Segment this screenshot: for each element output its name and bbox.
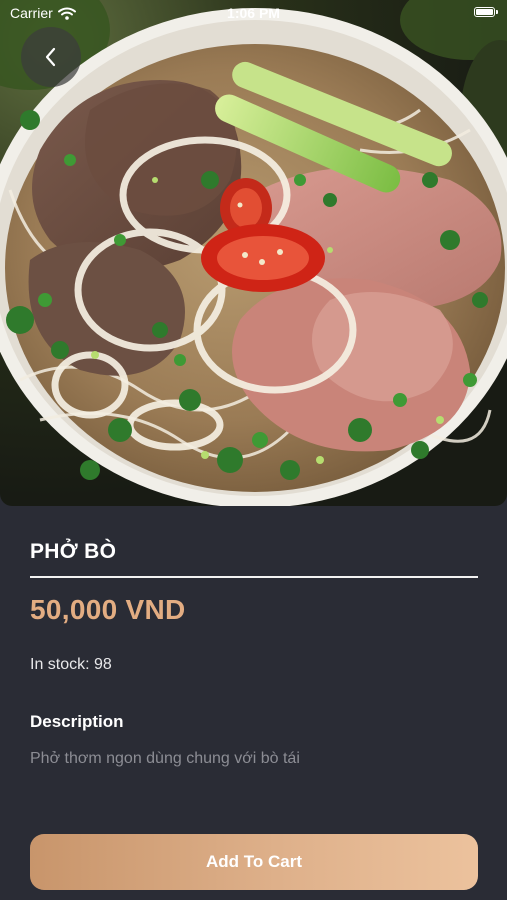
status-bar: Carrier 1:06 PM — [0, 0, 507, 28]
add-to-cart-button[interactable]: Add To Cart — [30, 834, 478, 890]
chevron-left-icon — [45, 47, 56, 67]
pho-bowl-illustration — [0, 0, 507, 506]
stock-count: 98 — [94, 656, 112, 673]
title-divider — [30, 576, 478, 578]
description-heading: Description — [30, 712, 124, 731]
description-text: Phở thơm ngon dùng chung với bò tái — [30, 750, 300, 767]
product-price: 50,000 VND — [30, 594, 186, 625]
status-time: 1:06 PM — [227, 5, 280, 21]
back-button[interactable] — [21, 27, 81, 87]
product-name: PHỞ BÒ — [30, 540, 117, 563]
product-image — [0, 0, 507, 506]
stock-label: In stock: — [30, 656, 90, 673]
battery-icon — [474, 7, 498, 17]
stock-info: In stock: 98 — [30, 656, 112, 674]
